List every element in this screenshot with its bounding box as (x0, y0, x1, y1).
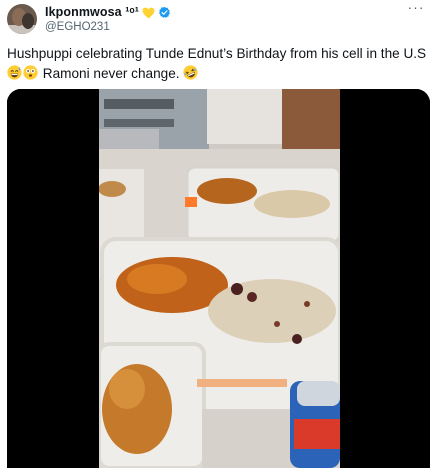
author-display-name[interactable]: Ikponmwosa ¹ᵒ¹ (45, 5, 139, 19)
video-thumbnail (7, 89, 430, 468)
tweet-card[interactable]: Ikponmwosa ¹ᵒ¹ @EGHO231 ··· Hushpuppi ce… (0, 0, 434, 468)
tweet-text: Hushpuppi celebrating Tunde Ednut’s Birt… (7, 44, 427, 84)
tweet-text-line-2: Ramoni never change. (7, 64, 427, 84)
author-avatar[interactable] (7, 4, 37, 34)
tweet-text-line-2-words: Ramoni never change. (42, 66, 180, 81)
yellow-heart-icon (142, 6, 155, 19)
flushed-emoji (23, 65, 38, 80)
author-name-row: Ikponmwosa ¹ᵒ¹ (45, 3, 171, 21)
rolling-laughing-emoji (183, 65, 198, 80)
more-options-icon[interactable]: ··· (406, 0, 426, 16)
grinning-sweat-emoji (7, 65, 22, 80)
author-handle[interactable]: @EGHO231 (45, 21, 110, 33)
tweet-video[interactable] (7, 89, 430, 468)
verified-badge-icon[interactable] (158, 6, 171, 19)
tweet-text-line-1: Hushpuppi celebrating Tunde Ednut’s Birt… (7, 46, 427, 61)
